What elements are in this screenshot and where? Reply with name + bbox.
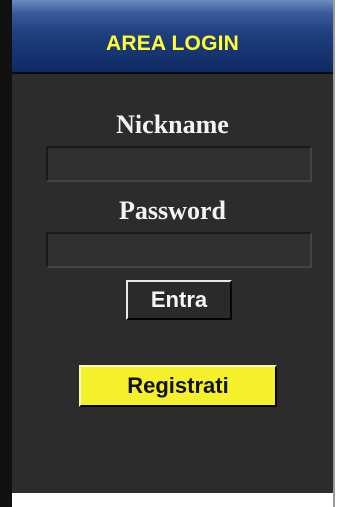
left-border xyxy=(0,0,12,507)
bottom-strip xyxy=(12,493,333,507)
panel-title: AREA LOGIN xyxy=(105,32,240,55)
password-field[interactable] xyxy=(46,232,312,268)
panel-header: AREA LOGIN xyxy=(12,0,333,74)
nickname-label: Nickname xyxy=(116,110,229,139)
submit-button[interactable]: Entra xyxy=(126,280,232,320)
password-label: Password xyxy=(119,196,226,225)
register-button[interactable]: Registrati xyxy=(79,365,277,407)
page-frame: AREA LOGIN Nickname Password Entra Regis… xyxy=(0,0,343,507)
nickname-field[interactable] xyxy=(46,146,312,182)
login-panel: AREA LOGIN Nickname Password Entra Regis… xyxy=(12,0,335,507)
